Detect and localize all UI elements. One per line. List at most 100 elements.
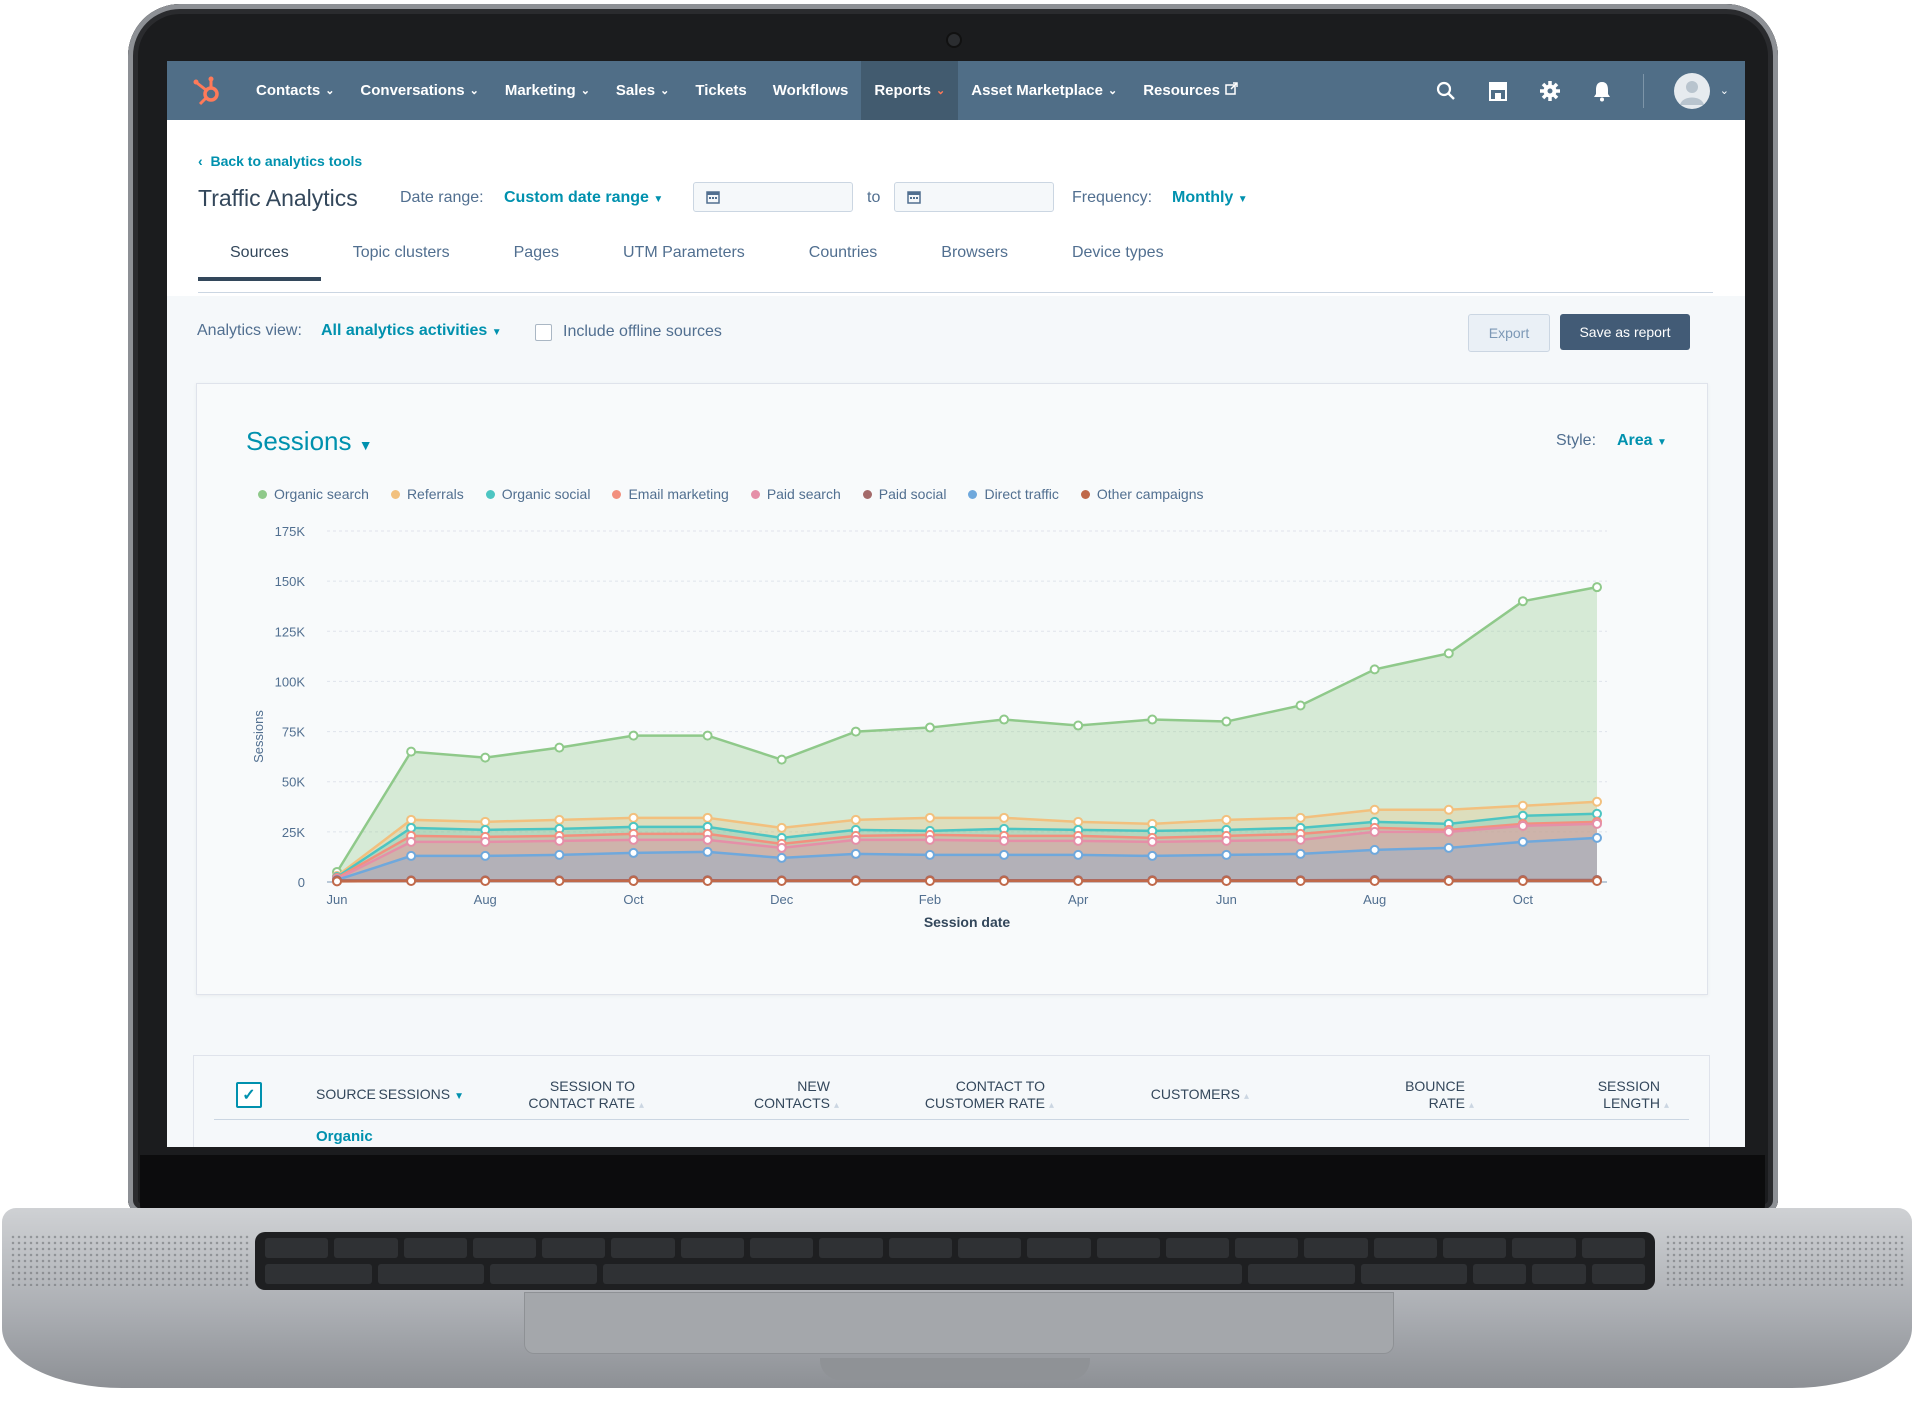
table-header-label: CUSTOMERS (1150, 1086, 1240, 1102)
data-point (1443, 842, 1454, 853)
data-point (1147, 714, 1158, 725)
include-offline-checkbox[interactable] (535, 324, 552, 341)
data-point (554, 814, 565, 825)
data-point (1369, 844, 1380, 855)
nav-item-workflows[interactable]: Workflows (760, 61, 862, 120)
table-header-session-to-contact-rate[interactable]: SESSION TO CONTACT RATE ▴ (495, 1078, 644, 1114)
data-point (776, 875, 787, 886)
end-date-input[interactable] (894, 182, 1054, 212)
data-point (924, 834, 935, 845)
nav-item-label: Asset Marketplace (971, 82, 1103, 99)
data-point (1295, 834, 1306, 845)
chevron-down-icon: ⌄ (580, 85, 590, 97)
data-point (924, 722, 935, 733)
data-point (1592, 875, 1602, 886)
nav-item-asset-marketplace[interactable]: Asset Marketplace ⌄ (958, 61, 1130, 120)
nav-item-resources[interactable]: Resources (1130, 61, 1251, 120)
tab-countries[interactable]: Countries (777, 229, 909, 277)
nav-item-label: Contacts (256, 82, 321, 99)
settings-gear-icon[interactable] (1539, 80, 1561, 102)
notifications-bell-icon[interactable] (1591, 80, 1613, 102)
data-point (406, 814, 417, 825)
nav-item-sales[interactable]: Sales ⌄ (603, 61, 682, 120)
account-menu[interactable]: ⌄ (1673, 72, 1729, 109)
data-point (924, 849, 935, 860)
x-tick-label: Jun (327, 892, 348, 907)
save-as-report-button[interactable]: Save as report (1560, 314, 1690, 350)
data-point (406, 822, 417, 833)
table-header-new-contacts[interactable]: NEW CONTACTS ▴ (740, 1078, 839, 1114)
table-header-label: SESSION TO CONTACT RATE (528, 1078, 635, 1111)
data-point (776, 754, 787, 765)
nav-item-contacts[interactable]: Contacts ⌄ (243, 61, 347, 120)
table-header-label: SESSION LENGTH (1597, 1078, 1660, 1111)
search-icon[interactable] (1435, 80, 1457, 102)
data-point (1147, 850, 1158, 861)
analytics-view-label: Analytics view: (197, 322, 302, 339)
data-point (850, 848, 861, 859)
nav-item-tickets[interactable]: Tickets (682, 61, 759, 120)
data-point (999, 875, 1010, 886)
tab-utm-parameters[interactable]: UTM Parameters (591, 229, 777, 277)
data-point (480, 850, 491, 861)
to-label: to (867, 189, 881, 206)
y-tick-label: 50K (282, 775, 305, 790)
data-point (776, 822, 787, 833)
analytics-view-dropdown[interactable]: All analytics activities ▼ (321, 322, 502, 340)
date-range-dropdown[interactable]: Custom date range ▼ (504, 189, 663, 207)
data-point (1443, 648, 1454, 659)
data-point (628, 730, 639, 741)
tab-topic-clusters[interactable]: Topic clusters (321, 229, 482, 277)
frequency-dropdown[interactable]: Monthly ▼ (1172, 189, 1248, 207)
laptop-notch (820, 1358, 1090, 1380)
table-header-bounce-rate[interactable]: BOUNCE RATE ▴ (1375, 1078, 1474, 1114)
nav-item-label: Reports (874, 82, 932, 99)
tab-pages[interactable]: Pages (482, 229, 591, 277)
tab-browsers[interactable]: Browsers (909, 229, 1040, 277)
data-point (999, 714, 1010, 725)
data-point (1443, 826, 1454, 837)
data-point (480, 875, 491, 886)
nav-item-label: Resources (1143, 82, 1220, 99)
hubspot-logo-icon[interactable] (187, 71, 227, 111)
calendar-icon (907, 191, 921, 204)
back-link-label: Back to analytics tools (210, 153, 363, 169)
y-tick-label: 100K (275, 674, 306, 689)
frequency-label: Frequency: (1072, 189, 1153, 206)
table-header-customers[interactable]: CUSTOMERS ▴ (1151, 1086, 1249, 1105)
data-point (776, 842, 787, 853)
marketplace-icon[interactable] (1487, 80, 1509, 102)
data-point (1517, 800, 1528, 811)
nav-item-reports[interactable]: Reports ⌄ (861, 61, 959, 120)
webcam (948, 34, 960, 46)
tab-device-types[interactable]: Device types (1040, 229, 1196, 277)
nav-item-marketing[interactable]: Marketing ⌄ (492, 61, 603, 120)
back-link[interactable]: ‹ Back to analytics tools (198, 153, 362, 169)
data-point (1517, 875, 1528, 886)
data-point (1295, 700, 1306, 711)
y-tick-label: 175K (275, 524, 306, 539)
table-header-contact-to-customer-rate[interactable]: CONTACT TO CUSTOMER RATE ▴ (905, 1078, 1054, 1114)
calendar-icon (706, 191, 720, 204)
table-header-label: BOUNCE RATE (1405, 1078, 1465, 1111)
table-header-source[interactable]: SOURCE (316, 1086, 376, 1103)
start-date-input[interactable] (693, 182, 853, 212)
data-point (1592, 832, 1602, 843)
data-point (406, 746, 417, 757)
table-header-session-length[interactable]: SESSION LENGTH ▴ (1570, 1078, 1669, 1114)
table-row-source-link[interactable]: Organic (316, 1128, 373, 1145)
export-button[interactable]: Export (1468, 314, 1550, 352)
data-point (1517, 836, 1528, 847)
table-header-label: SOURCE (316, 1086, 376, 1102)
table-header-sessions[interactable]: SESSIONS ▼ (379, 1086, 465, 1105)
page-title: Traffic Analytics (198, 185, 358, 211)
tab-sources[interactable]: Sources (198, 229, 321, 281)
y-axis-title: Sessions (251, 710, 266, 763)
data-point (628, 875, 639, 886)
data-point (1073, 835, 1084, 846)
nav-item-conversations[interactable]: Conversations ⌄ (347, 61, 491, 120)
data-point (1073, 875, 1084, 886)
data-point (1369, 804, 1380, 815)
select-all-checkbox[interactable]: ✓ (236, 1082, 262, 1108)
x-axis-title: Session date (924, 914, 1011, 930)
